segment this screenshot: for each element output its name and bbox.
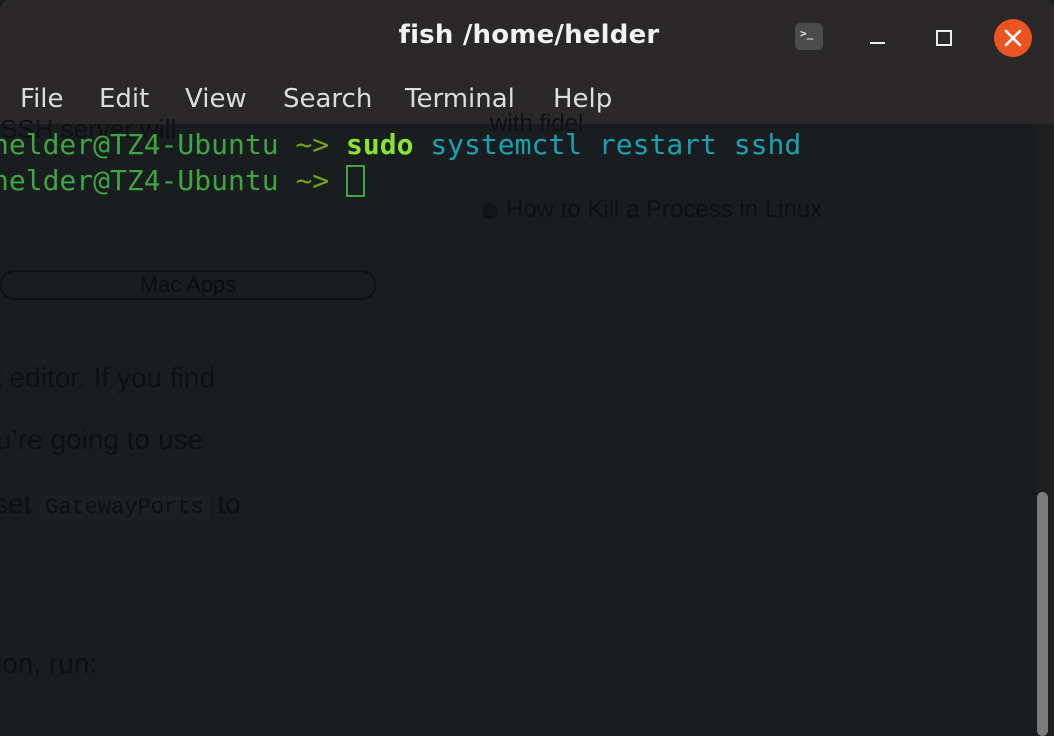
terminal-line: helder@TZ4-Ubuntu ~> sudo systemctl rest… bbox=[0, 128, 801, 162]
terminal-line[interactable]: helder@TZ4-Ubuntu ~> bbox=[0, 164, 366, 198]
new-tab-button[interactable]: >_ bbox=[795, 23, 823, 50]
command-args: systemctl restart sshd bbox=[430, 128, 802, 161]
menu-search[interactable]: Search bbox=[283, 84, 372, 114]
command-keyword: sudo bbox=[346, 128, 414, 161]
scrollbar-thumb[interactable] bbox=[1037, 492, 1048, 736]
prompt-user-host: helder@TZ4-Ubuntu bbox=[0, 128, 279, 161]
prompt-user-host: helder@TZ4-Ubuntu bbox=[0, 164, 279, 197]
background-link: How to Kill a Process in Linux bbox=[482, 196, 822, 224]
menu-view[interactable]: View bbox=[185, 84, 247, 114]
prompt-symbol: ~> bbox=[295, 164, 330, 197]
terminal-area[interactable]: SSH server will with fidel How to Kill a… bbox=[0, 110, 1036, 736]
background-paragraph-line: set GatewayPorts to bbox=[0, 488, 241, 520]
background-paragraph-line: t editor. If you find bbox=[0, 362, 216, 393]
terminal-icon: >_ bbox=[800, 27, 814, 40]
close-icon bbox=[1004, 29, 1022, 47]
background-paragraph-line: ion, run: bbox=[0, 648, 98, 679]
minimize-button[interactable] bbox=[862, 26, 892, 50]
background-paragraph-line: u’re going to use bbox=[0, 424, 204, 455]
close-button[interactable] bbox=[994, 19, 1032, 57]
title-bar[interactable]: fish /home/helder >_ bbox=[0, 0, 1054, 74]
background-text: set bbox=[0, 488, 32, 519]
maximize-button[interactable] bbox=[928, 22, 958, 52]
background-button: Mac Apps bbox=[0, 270, 376, 300]
background-text: to bbox=[217, 488, 241, 519]
window-title: fish /home/helder bbox=[398, 20, 660, 50]
menu-edit[interactable]: Edit bbox=[99, 84, 149, 114]
text-cursor[interactable] bbox=[346, 165, 366, 197]
background-link-text: How to Kill a Process in Linux bbox=[506, 196, 823, 223]
bullet-icon bbox=[482, 202, 498, 219]
prompt-symbol: ~> bbox=[295, 128, 330, 161]
background-code: GatewayPorts bbox=[39, 495, 210, 520]
terminal-window: fish /home/helder >_ File Edit View Sear… bbox=[0, 0, 1054, 736]
menu-file[interactable]: File bbox=[20, 84, 64, 114]
